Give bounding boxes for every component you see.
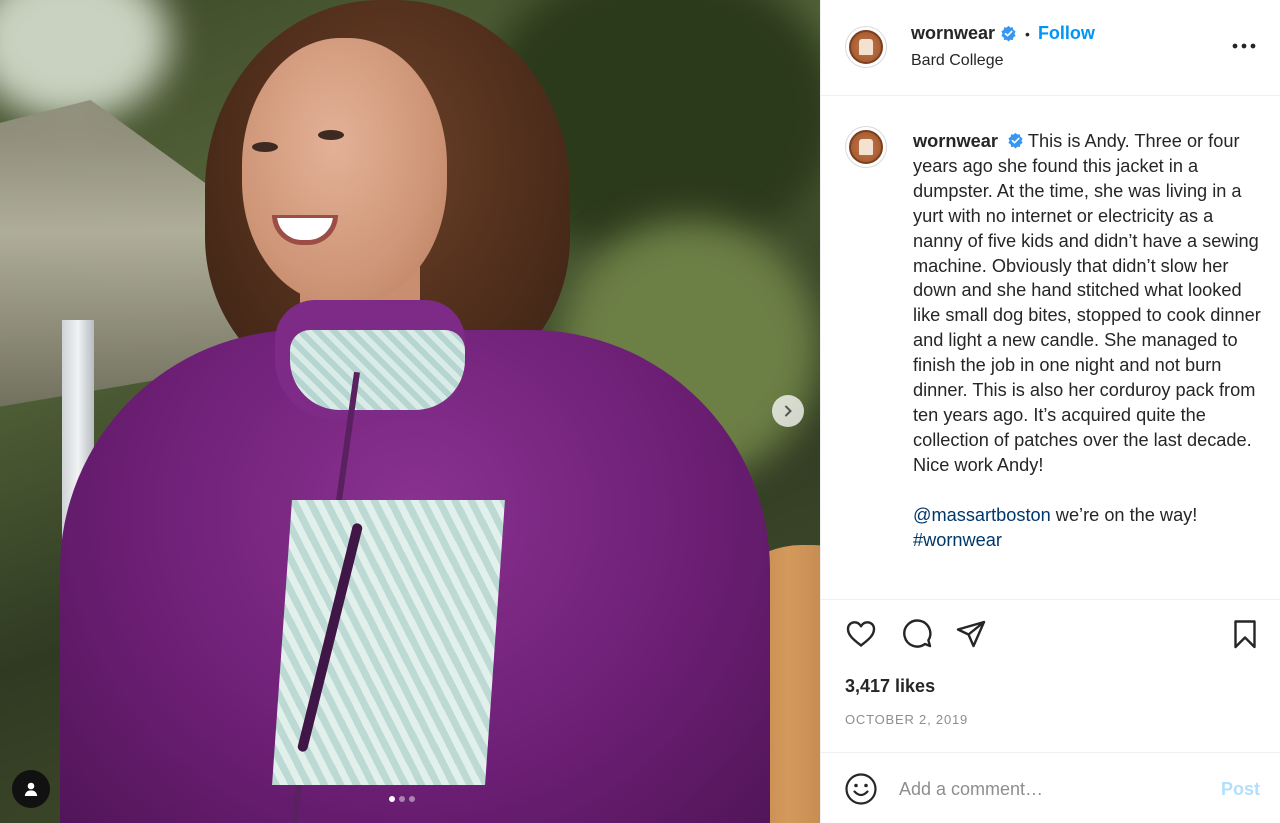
wornwear-logo bbox=[849, 30, 883, 64]
carousel-dot bbox=[399, 796, 405, 802]
author-avatar[interactable] bbox=[845, 26, 887, 68]
post-location[interactable]: Bard College bbox=[911, 52, 1004, 70]
post-media[interactable] bbox=[0, 0, 820, 823]
comment-bar: Post bbox=[821, 752, 1280, 823]
author-username[interactable]: wornwear bbox=[911, 23, 995, 44]
more-options-button[interactable] bbox=[1232, 34, 1256, 58]
heart-icon[interactable] bbox=[845, 618, 877, 650]
send-icon[interactable] bbox=[955, 618, 987, 650]
caption-paragraph: @massartboston we’re on the way! #wornwe… bbox=[913, 503, 1263, 553]
caption-hashtag-link[interactable]: #wornwear bbox=[913, 530, 1002, 550]
post-caption: wornwear This is Andy. Three or four yea… bbox=[913, 129, 1263, 553]
chevron-right-icon bbox=[785, 405, 792, 417]
caption-mention-link[interactable]: @massartboston bbox=[913, 505, 1051, 525]
user-tag-icon bbox=[24, 782, 38, 796]
likes-count[interactable]: 3,417 likes bbox=[845, 676, 935, 697]
emoji-icon[interactable] bbox=[844, 772, 878, 806]
caption-text: This is Andy. Three or four years ago sh… bbox=[913, 131, 1261, 475]
caption-author-username[interactable]: wornwear bbox=[913, 131, 998, 151]
verified-badge-icon bbox=[1001, 25, 1016, 42]
post-side-panel: wornwear • Follow Bard College wornwear bbox=[820, 0, 1280, 823]
header-separator: • bbox=[1025, 25, 1030, 42]
next-slide-button[interactable] bbox=[772, 395, 804, 427]
comment-input[interactable] bbox=[899, 773, 1199, 805]
post-header: wornwear • Follow Bard College bbox=[821, 0, 1280, 96]
caption-paragraph: wornwear This is Andy. Three or four yea… bbox=[913, 129, 1263, 478]
tagged-users-button[interactable] bbox=[12, 770, 50, 808]
caption-section: wornwear This is Andy. Three or four yea… bbox=[821, 96, 1280, 600]
verified-badge-icon bbox=[1008, 132, 1023, 149]
comment-icon[interactable] bbox=[901, 618, 933, 650]
bookmark-icon[interactable] bbox=[1229, 618, 1261, 650]
author-line: wornwear • Follow bbox=[911, 23, 1095, 44]
more-options-icon bbox=[1232, 43, 1256, 49]
jacket-collar-lining bbox=[290, 330, 465, 410]
follow-button[interactable]: Follow bbox=[1038, 23, 1095, 44]
carousel-dot bbox=[409, 796, 415, 802]
person-face bbox=[242, 38, 447, 303]
caption-author-avatar[interactable] bbox=[845, 126, 887, 168]
person-eye bbox=[318, 130, 344, 140]
post-comment-button[interactable]: Post bbox=[1221, 779, 1260, 800]
carousel-indicator bbox=[389, 796, 415, 802]
carousel-dot bbox=[389, 796, 395, 802]
caption-text: we’re on the way! bbox=[1050, 504, 1198, 525]
action-bar bbox=[845, 618, 1257, 654]
wornwear-logo bbox=[849, 130, 883, 164]
person-eye bbox=[252, 142, 278, 152]
post-date[interactable]: OCTOBER 2, 2019 bbox=[845, 712, 968, 727]
